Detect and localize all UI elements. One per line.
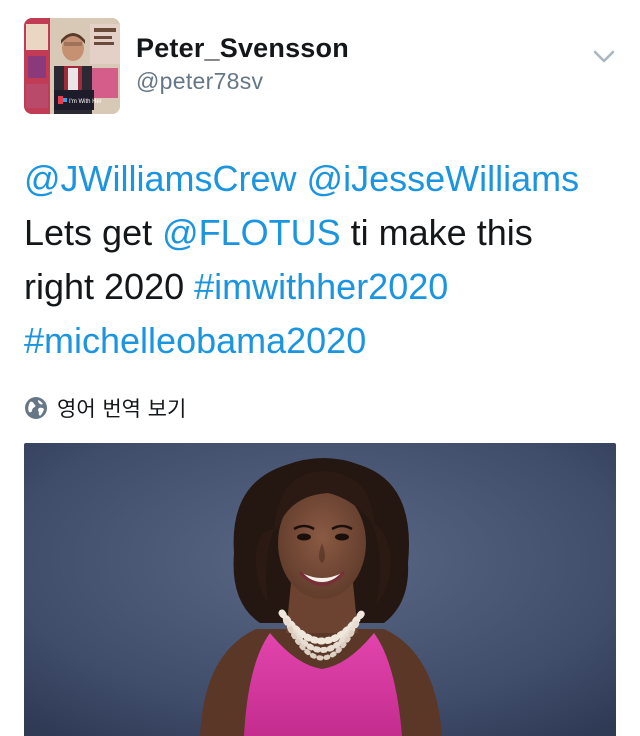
tweet-photo[interactable] [24,443,616,736]
avatar-photo: I'm With Her [24,18,120,114]
mention-link[interactable]: @iJesseWilliams [307,158,580,199]
avatar-sign-text: I'm With Her [69,99,102,105]
author-names: Peter_Svensson @peter78sv [136,32,349,96]
tweet-text: @JWilliamsCrew @iJesseWilliams Lets get … [24,152,624,368]
tweet-line-2: Lets get @FLOTUS ti make this [24,206,624,260]
mention-link[interactable]: @JWilliamsCrew [24,158,297,199]
hashtag-link[interactable]: #michelleobama2020 [24,320,366,361]
avatar[interactable]: I'm With Her [24,18,120,114]
tweet-text-segment: right 2020 [24,266,195,307]
tweet-line-1: @JWilliamsCrew @iJesseWilliams [24,152,624,206]
translate-tweet-button[interactable]: 영어 번역 보기 [24,392,186,424]
tweet-header: I'm With Her Peter_Svensson @peter78sv [24,18,620,116]
translate-label: 영어 번역 보기 [57,397,187,421]
portrait-photo [24,443,616,736]
display-name[interactable]: Peter_Svensson [136,32,349,64]
tweet-text-segment: Lets get [24,212,163,253]
tweet-line-3: right 2020 #imwithher2020 [24,260,624,314]
globe-icon [24,396,48,420]
hashtag-link[interactable]: #imwithher2020 [194,266,448,307]
tweet-text-segment: ti make this [340,212,533,253]
mention-link[interactable]: @FLOTUS [162,212,341,253]
chevron-down-icon[interactable] [592,44,616,68]
tweet-line-4: #michelleobama2020 [24,314,624,368]
user-handle[interactable]: @peter78sv [136,66,349,96]
